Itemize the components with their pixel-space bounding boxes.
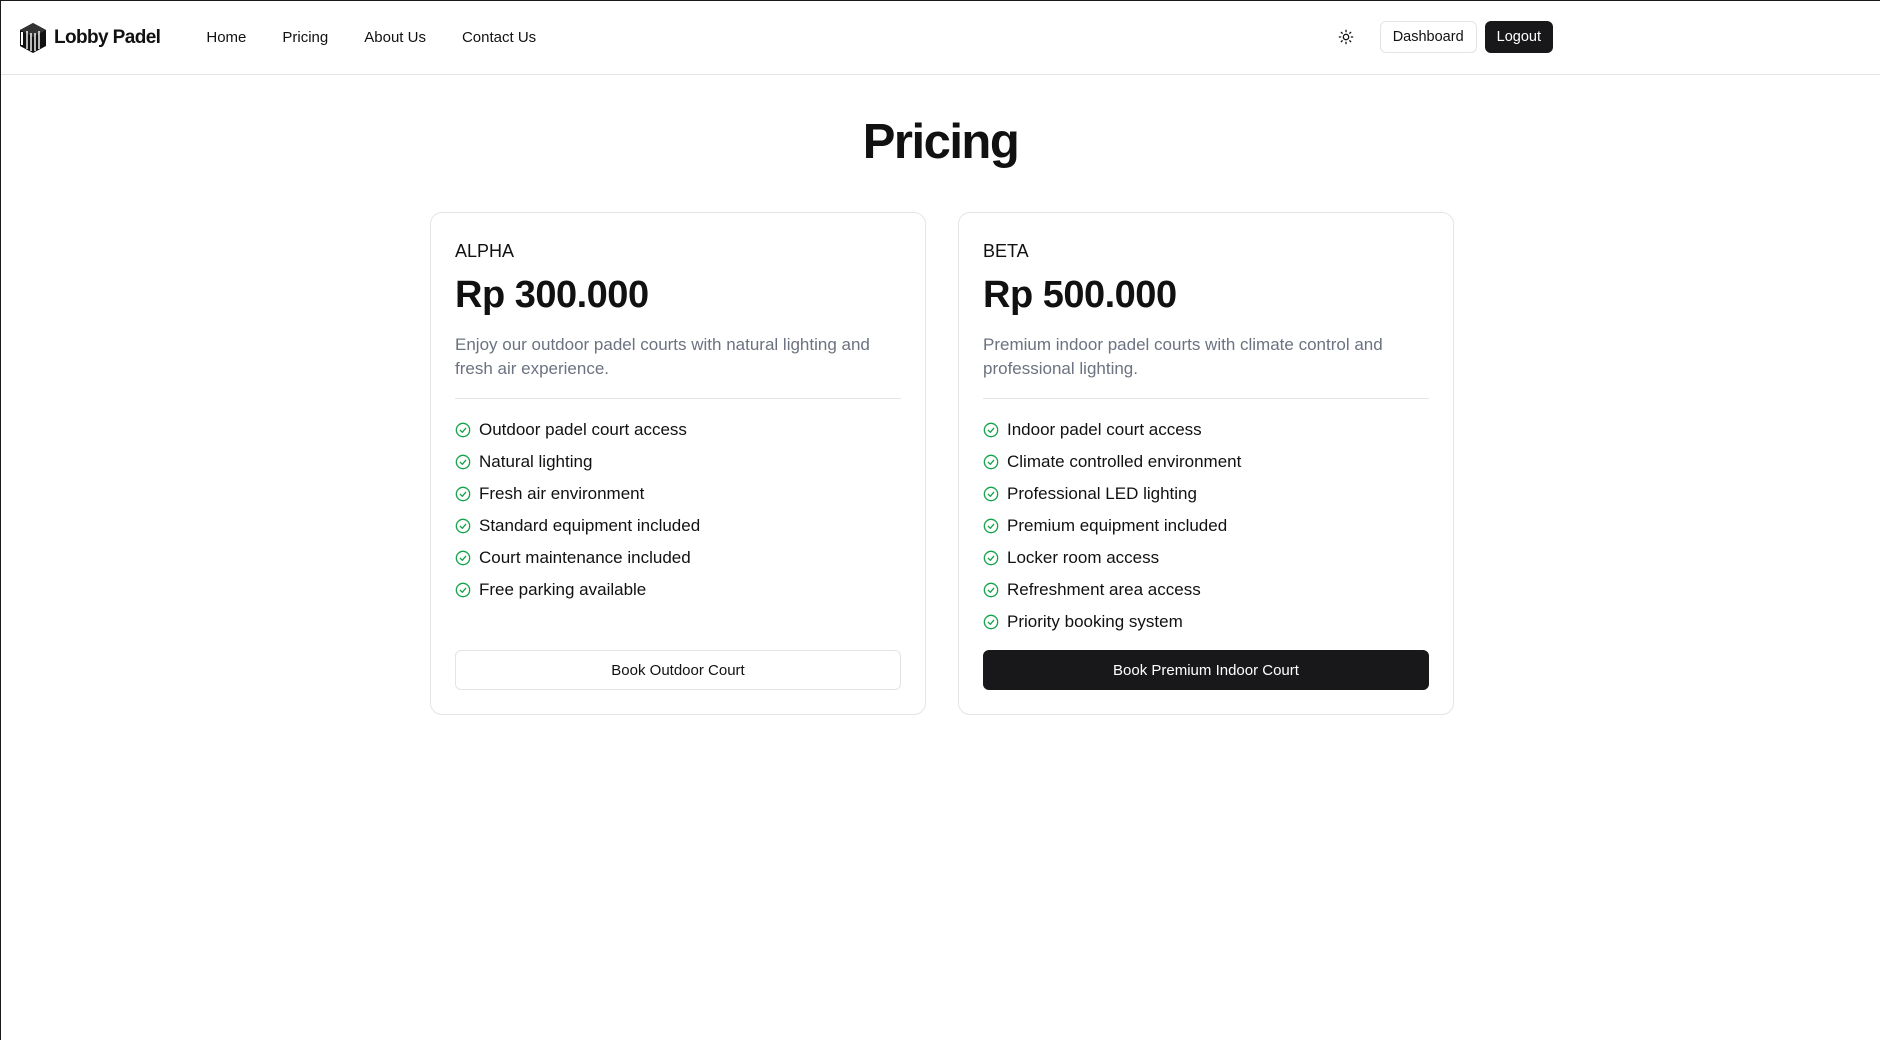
- feature-list: Outdoor padel court access Natural light…: [455, 414, 901, 606]
- plan-name: ALPHA: [455, 241, 515, 261]
- plan-description: Enjoy our outdoor padel courts with natu…: [455, 335, 870, 378]
- brand-name: Lobby Padel: [54, 26, 161, 48]
- sun-icon: [1338, 29, 1354, 45]
- check-circle-icon: [455, 422, 471, 438]
- feature-item: Priority booking system: [983, 606, 1429, 638]
- nav-actions: Dashboard Logout: [1330, 21, 1553, 53]
- nav-link-about-us[interactable]: About Us: [346, 21, 444, 54]
- pricing-card-alpha: ALPHA Rp 300.000 Enjoy our outdoor padel…: [430, 212, 926, 715]
- book-premium-indoor-court-button[interactable]: Book Premium Indoor Court: [983, 650, 1429, 690]
- feature-item: Court maintenance included: [455, 542, 901, 574]
- feature-label: Locker room access: [1007, 548, 1160, 567]
- feature-item: Natural lighting: [455, 446, 901, 478]
- check-circle-icon: [983, 550, 999, 566]
- logout-button[interactable]: Logout: [1484, 21, 1553, 53]
- feature-label: Professional LED lighting: [1007, 484, 1197, 503]
- feature-item: Premium equipment included: [983, 510, 1429, 542]
- feature-item: Fresh air environment: [455, 478, 901, 510]
- dashboard-button[interactable]: Dashboard: [1379, 21, 1477, 53]
- page-title: Pricing: [862, 115, 1020, 169]
- feature-label: Premium equipment included: [1007, 516, 1228, 535]
- check-circle-icon: [983, 582, 999, 598]
- check-circle-icon: [455, 518, 471, 534]
- feature-item: Professional LED lighting: [983, 478, 1429, 510]
- feature-item: Standard equipment included: [455, 510, 901, 542]
- main-nav: Home Pricing About Us Contact Us: [188, 21, 554, 54]
- check-circle-icon: [983, 422, 999, 438]
- check-circle-icon: [983, 454, 999, 470]
- top-navbar: Lobby Padel Home Pricing About Us Contac…: [1, 1, 1880, 75]
- divider: [455, 398, 901, 399]
- plan-price: Rp 500.000: [983, 274, 1177, 316]
- feature-label: Fresh air environment: [479, 484, 645, 503]
- check-circle-icon: [983, 518, 999, 534]
- plan-description: Premium indoor padel courts with climate…: [983, 335, 1383, 378]
- feature-item: Refreshment area access: [983, 574, 1429, 606]
- feature-label: Priority booking system: [1007, 612, 1183, 631]
- feature-label: Standard equipment included: [479, 516, 701, 535]
- check-circle-icon: [455, 454, 471, 470]
- feature-label: Indoor padel court access: [1007, 420, 1202, 439]
- feature-item: Climate controlled environment: [983, 446, 1429, 478]
- feature-label: Free parking available: [479, 580, 647, 599]
- nav-link-contact-us[interactable]: Contact Us: [444, 21, 554, 54]
- plan-name: BETA: [983, 241, 1029, 261]
- pricing-cards: ALPHA Rp 300.000 Enjoy our outdoor padel…: [430, 212, 1454, 715]
- check-circle-icon: [455, 582, 471, 598]
- theme-toggle-button[interactable]: [1330, 21, 1362, 53]
- divider: [983, 398, 1429, 399]
- nav-link-pricing[interactable]: Pricing: [264, 21, 346, 54]
- feature-item: Outdoor padel court access: [455, 414, 901, 446]
- book-outdoor-court-button[interactable]: Book Outdoor Court: [455, 650, 901, 690]
- plan-price: Rp 300.000: [455, 274, 649, 316]
- check-circle-icon: [983, 486, 999, 502]
- feature-label: Court maintenance included: [479, 548, 691, 567]
- feature-label: Natural lighting: [479, 452, 593, 471]
- nav-link-home[interactable]: Home: [188, 21, 264, 54]
- feature-label: Outdoor padel court access: [479, 420, 687, 439]
- feature-label: Climate controlled environment: [1007, 452, 1242, 471]
- brand-home-link[interactable]: Lobby Padel: [18, 22, 161, 54]
- feature-label: Refreshment area access: [1007, 580, 1201, 599]
- check-circle-icon: [455, 486, 471, 502]
- lobby-padel-logo-icon: [20, 22, 46, 53]
- feature-item: Free parking available: [455, 574, 901, 606]
- feature-item: Indoor padel court access: [983, 414, 1429, 446]
- check-circle-icon: [983, 614, 999, 630]
- feature-list: Indoor padel court access Climate contro…: [983, 414, 1429, 638]
- check-circle-icon: [455, 550, 471, 566]
- pricing-card-beta: BETA Rp 500.000 Premium indoor padel cou…: [958, 212, 1454, 715]
- feature-item: Locker room access: [983, 542, 1429, 574]
